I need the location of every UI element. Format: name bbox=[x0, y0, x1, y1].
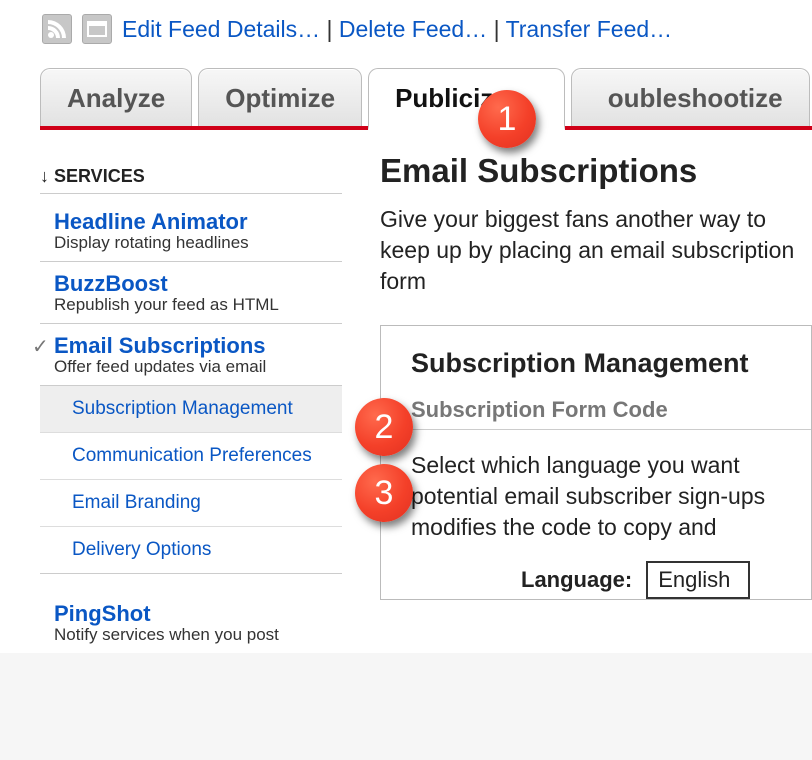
window-icon[interactable] bbox=[82, 14, 112, 44]
service-title: BuzzBoost bbox=[54, 272, 336, 296]
service-title: Email Subscriptions bbox=[54, 334, 336, 358]
language-row: Language: English bbox=[411, 561, 811, 599]
subnav-email-branding[interactable]: Email Branding bbox=[40, 480, 342, 527]
service-pingshot[interactable]: PingShot Notify services when you post bbox=[40, 574, 342, 653]
feed-links: Edit Feed Details… | Delete Feed… | Tran… bbox=[122, 16, 672, 43]
main-content: Email Subscriptions Give your biggest fa… bbox=[360, 148, 812, 653]
subnav-communication-preferences[interactable]: Communication Preferences bbox=[40, 433, 342, 480]
service-title: PingShot bbox=[54, 602, 336, 626]
main-tabs: Analyze Optimize Publicize oubleshootize bbox=[40, 68, 812, 130]
section-body: Select which language you want potential… bbox=[411, 450, 811, 543]
feed-toolbar: Edit Feed Details… | Delete Feed… | Tran… bbox=[0, 10, 812, 68]
annotation-badge-2: 2 bbox=[355, 398, 413, 456]
service-title: Headline Animator bbox=[54, 210, 336, 234]
edit-feed-link[interactable]: Edit Feed Details… bbox=[122, 16, 320, 42]
annotation-badge-3: 3 bbox=[355, 464, 413, 522]
transfer-feed-link[interactable]: Transfer Feed… bbox=[506, 16, 673, 42]
service-desc: Republish your feed as HTML bbox=[54, 296, 336, 315]
tab-analyze[interactable]: Analyze bbox=[40, 68, 192, 126]
rss-icon[interactable] bbox=[42, 14, 72, 44]
email-subnav: Subscription Management Communication Pr… bbox=[40, 386, 342, 574]
subnav-subscription-management[interactable]: Subscription Management bbox=[40, 386, 342, 433]
service-email-subscriptions[interactable]: Email Subscriptions Offer feed updates v… bbox=[40, 324, 342, 386]
tab-troubleshootize[interactable]: oubleshootize bbox=[571, 68, 810, 126]
language-select[interactable]: English bbox=[646, 561, 750, 599]
service-desc: Offer feed updates via email bbox=[54, 358, 336, 377]
service-headline-animator[interactable]: Headline Animator Display rotating headl… bbox=[40, 200, 342, 262]
page-title: Email Subscriptions bbox=[380, 152, 812, 190]
subscription-panel: Subscription Management Subscription For… bbox=[380, 325, 812, 600]
tab-optimize[interactable]: Optimize bbox=[198, 68, 362, 126]
subnav-delivery-options[interactable]: Delivery Options bbox=[40, 527, 342, 573]
service-desc: Display rotating headlines bbox=[54, 234, 336, 253]
service-buzzboost[interactable]: BuzzBoost Republish your feed as HTML bbox=[40, 262, 342, 324]
language-label: Language: bbox=[521, 567, 632, 593]
services-sidebar: ↓ SERVICES Headline Animator Display rot… bbox=[0, 148, 360, 653]
services-header: ↓ SERVICES bbox=[40, 148, 342, 194]
service-desc: Notify services when you post bbox=[54, 626, 336, 645]
panel-title: Subscription Management bbox=[411, 348, 811, 379]
page-intro: Give your biggest fans another way to ke… bbox=[380, 204, 812, 297]
section-title: Subscription Form Code bbox=[411, 397, 811, 430]
delete-feed-link[interactable]: Delete Feed… bbox=[339, 16, 487, 42]
annotation-badge-1: 1 bbox=[478, 90, 536, 148]
